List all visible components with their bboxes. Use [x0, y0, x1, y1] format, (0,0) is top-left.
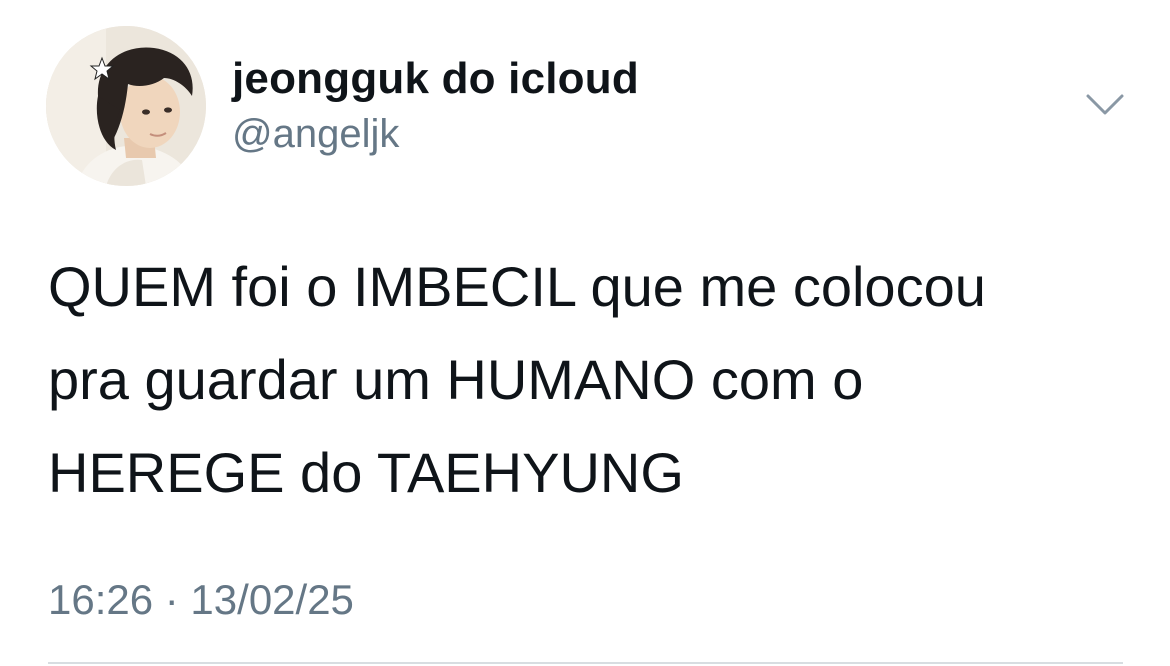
display-name[interactable]: jeongguk do icloud [232, 54, 639, 104]
avatar[interactable] [46, 26, 206, 186]
tweet-text: QUEM foi o IMBECIL que me colocou pra gu… [48, 240, 1128, 519]
chevron-down-icon[interactable] [1084, 90, 1126, 120]
divider [48, 662, 1123, 664]
tweet-timestamp[interactable]: 16:26 · 13/02/25 [48, 576, 354, 624]
tweet-text-line: HEREGE do TAEHYUNG [48, 441, 684, 504]
tweet-card: jeongguk do icloud @angeljk QUEM foi o I… [0, 0, 1170, 666]
avatar-image [46, 26, 206, 186]
user-handle[interactable]: @angeljk [232, 112, 399, 157]
tweet-text-line: pra guardar um HUMANO com o [48, 348, 864, 411]
tweet-text-line: QUEM foi o IMBECIL que me colocou [48, 255, 986, 318]
